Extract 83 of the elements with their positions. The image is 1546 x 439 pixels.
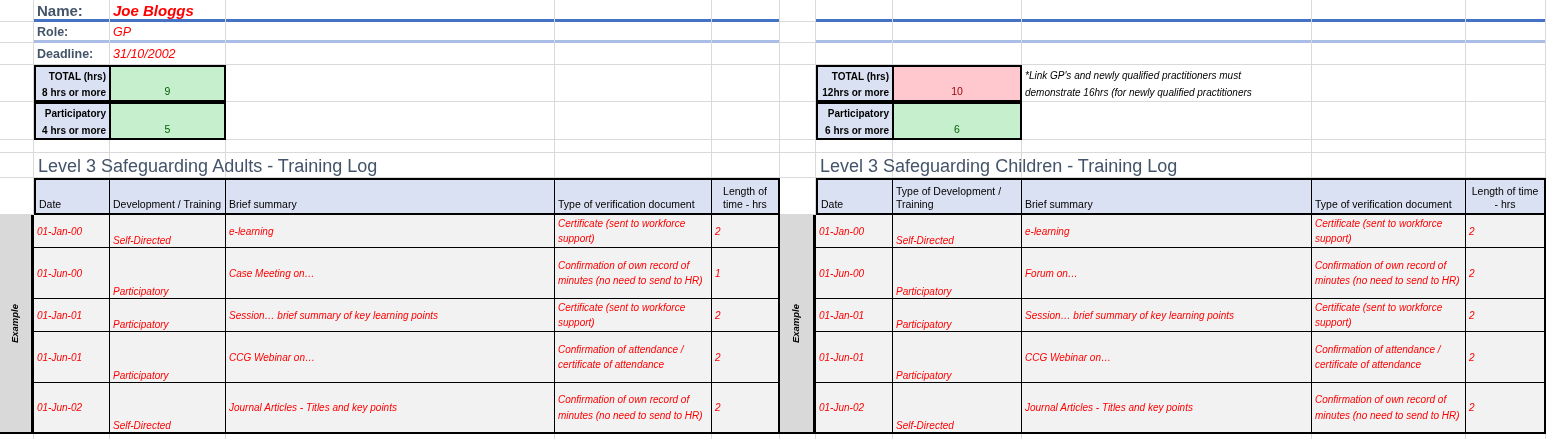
total-label: TOTAL (hrs) [48,70,106,83]
log-title: Level 3 Safeguarding Children - Training Log [819,154,1179,178]
date-cell: 01-Jun-00 [34,248,110,299]
column-header: Length of time - hrs [712,178,780,215]
total-value-cell: 9 [110,65,226,102]
total-label: Participatory [44,107,106,120]
column-header: Development / Training [110,178,226,215]
column-header: Length of time - hrs [1466,178,1546,215]
date-cell: 01-Jan-00 [816,215,893,248]
summary-cell: e-learning [1022,215,1312,248]
hours-cell: 2 [712,299,780,332]
type-cell: Participatory [110,248,226,299]
summary-cell: Session… brief summary of key learning points [1022,299,1312,332]
field-value: Joe Bloggs [112,1,195,22]
date-cell: 01-Jun-02 [816,383,893,434]
type-cell: Participatory [110,299,226,332]
summary-cell: Forum on… [1022,248,1312,299]
summary-cell: Case Meeting on… [226,248,555,299]
document-cell: Confirmation of own record of minutes (no need to send to HR) [1312,383,1466,434]
total-label: Participatory [827,107,889,120]
date-cell: 01-Jun-01 [816,332,893,383]
document-cell: Confirmation of own record of minutes (no need to send to HR) [1312,248,1466,299]
requirement-text: 4 hrs or more [42,124,106,137]
total-value-cell: 5 [110,102,226,140]
type-cell: Participatory [893,248,1022,299]
document-cell: Certificate (sent to workforce support) [555,299,712,332]
requirement-text: 6 hrs or more [825,124,889,137]
hours-cell: 2 [1466,215,1546,248]
document-cell: Confirmation of attendance / certificate of attendance [555,332,712,383]
summary-cell: CCG Webinar on… [1022,332,1312,383]
note-text: *Link GP's and newly qualified practitioners must demonstrate 16hrs (for newly qualified practitioners [1024,69,1253,100]
hours-cell: 2 [1466,299,1546,332]
document-cell: Certificate (sent to workforce support) [1312,215,1466,248]
hours-cell: 2 [712,383,780,434]
column-header: Type of verification document [555,178,712,215]
side-label: Example [780,215,816,434]
type-cell: Participatory [893,332,1022,383]
document-cell: Confirmation of own record of minutes (no need to send to HR) [555,248,712,299]
document-cell: Certificate (sent to workforce support) [555,215,712,248]
column-header: Date [816,178,893,215]
column-header: Type of verification document [1312,178,1466,215]
type-cell: Self-Directed [893,383,1022,434]
date-cell: 01-Jun-01 [34,332,110,383]
column-header: Type of Development / Training [893,178,1022,215]
summary-cell: Session… brief summary of key learning points [226,299,555,332]
total-label: TOTAL (hrs) [831,70,889,83]
column-header: Date [34,178,110,215]
column-header: Brief summary [226,178,555,215]
date-cell: 01-Jan-01 [34,299,110,332]
summary-cell: Journal Articles - Titles and key points [226,383,555,434]
document-cell: Confirmation of own record of minutes (no need to send to HR) [555,383,712,434]
requirement-text: 8 hrs or more [42,86,106,99]
hours-cell: 2 [712,332,780,383]
type-cell: Self-Directed [110,215,226,248]
side-label: Example [0,215,34,434]
type-cell: Self-Directed [893,215,1022,248]
hours-cell: 1 [712,248,780,299]
document-cell: Confirmation of attendance / certificate of attendance [1312,332,1466,383]
type-cell: Participatory [893,299,1022,332]
document-cell: Certificate (sent to workforce support) [1312,299,1466,332]
field-value: GP [112,24,133,42]
total-value-cell: 6 [893,102,1022,140]
type-cell: Self-Directed [110,383,226,434]
hours-cell: 2 [1466,332,1546,383]
hours-cell: 2 [1466,248,1546,299]
hours-cell: 2 [1466,383,1546,434]
type-cell: Participatory [110,332,226,383]
hours-cell: 2 [712,215,780,248]
log-title: Level 3 Safeguarding Adults - Training Log [37,154,379,178]
total-value-cell: 10 [893,65,1022,102]
requirement-text: 12hrs or more [822,86,889,99]
date-cell: 01-Jun-02 [34,383,110,434]
date-cell: 01-Jan-01 [816,299,893,332]
column-header: Brief summary [1022,178,1312,215]
summary-cell: Journal Articles - Titles and key points [1022,383,1312,434]
summary-cell: CCG Webinar on… [226,332,555,383]
date-cell: 01-Jan-00 [34,215,110,248]
field-value: 31/10/2002 [112,45,177,63]
field-label: Name: [36,1,84,22]
date-cell: 01-Jun-00 [816,248,893,299]
summary-cell: e-learning [226,215,555,248]
field-label: Role: [36,24,70,42]
field-label: Deadline: [36,45,95,63]
